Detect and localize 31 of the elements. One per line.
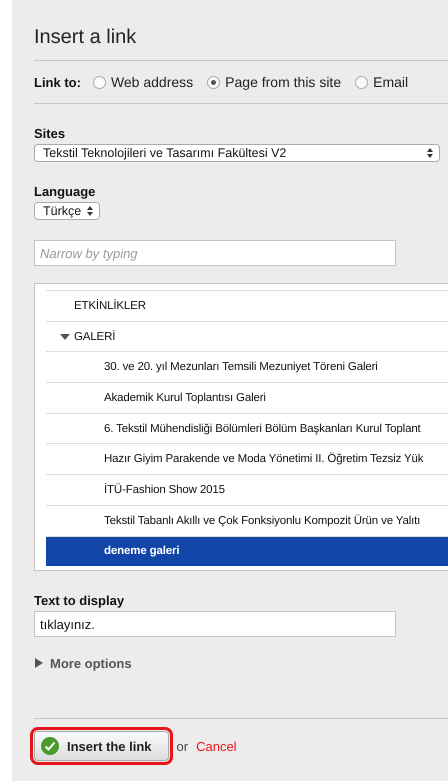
text-to-display-field[interactable]: tıklayınız. bbox=[34, 611, 396, 637]
sites-label: Sites bbox=[34, 126, 66, 141]
tree-item[interactable]: Akademik Kurul Toplantısı Galeri bbox=[46, 382, 448, 413]
search-field[interactable]: Narrow by typing bbox=[34, 240, 396, 266]
tree-item[interactable]: 6. Tekstil Mühendisliği Bölümleri Bölüm Başkanları Kurul Toplant bbox=[46, 412, 448, 444]
tree-item[interactable]: 30. ve 20. yıl Mezunları Temsili Mezuniyet Töreni Galeri bbox=[46, 351, 448, 382]
tree-item[interactable]: Hazır Giyim Parakende ve Moda Yönetimi II. Öğretim Tezsiz Yük bbox=[46, 443, 448, 474]
tree-item[interactable]: İTÜ-Fashion Show 2015 bbox=[46, 474, 448, 505]
tree-item[interactable]: deneme galeri bbox=[46, 536, 448, 566]
cancel-link[interactable]: Cancel bbox=[196, 738, 237, 754]
expand-icon[interactable] bbox=[34, 658, 44, 668]
stepper-icon bbox=[427, 148, 433, 158]
expand-icon[interactable] bbox=[60, 332, 70, 342]
sites-select[interactable]: Tekstil Teknolojileri ve Tasarımı Fakültesi V2 bbox=[34, 144, 440, 162]
link-to-label: Link to: bbox=[34, 74, 81, 90]
more-options-link[interactable]: More options bbox=[50, 656, 132, 670]
language-label: Language bbox=[34, 184, 96, 199]
text-to-display-label: Text to display bbox=[34, 593, 126, 608]
check-icon bbox=[41, 737, 59, 755]
radio-button[interactable] bbox=[207, 76, 220, 88]
tree-item[interactable]: ETKİNLİKLER bbox=[46, 290, 448, 321]
radio-button[interactable] bbox=[355, 76, 368, 88]
tree-item[interactable]: GALERİ bbox=[46, 320, 448, 352]
stepper-icon bbox=[87, 206, 94, 216]
or-text: or bbox=[176, 738, 188, 754]
dialog-title: Insert a link bbox=[34, 26, 138, 50]
radio-label[interactable]: Email bbox=[373, 74, 408, 90]
radio-label[interactable]: Page from this site bbox=[225, 74, 342, 90]
radio-button[interactable] bbox=[92, 76, 106, 88]
language-select[interactable]: Türkçe bbox=[34, 202, 100, 220]
radio-label[interactable]: Web address bbox=[110, 74, 194, 90]
